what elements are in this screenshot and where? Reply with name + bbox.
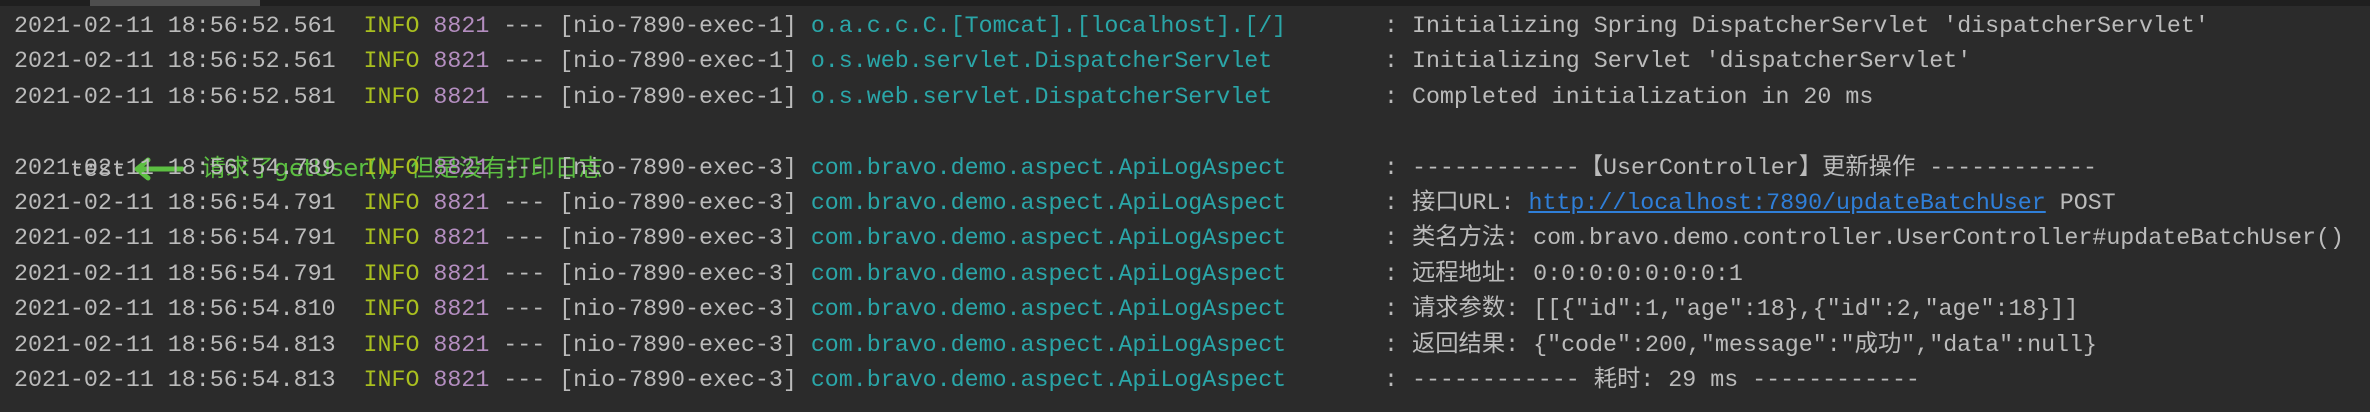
thread-name: [nio-7890-exec-3] xyxy=(559,225,797,252)
timestamp: 2021-02-11 18:56:54.791 xyxy=(14,225,336,252)
logger-name: o.s.web.servlet.DispatcherServlet xyxy=(810,48,1273,75)
process-id: 8821 xyxy=(433,154,490,181)
process-id: 8821 xyxy=(433,189,490,216)
log-line: 2021-02-11 18:56:54.791 INFO 8821 --- [nio-7… xyxy=(14,186,2344,221)
log-line: 2021-02-11 18:56:54.813 INFO 8821 --- [nio-7… xyxy=(14,363,2344,398)
log-line: 2021-02-11 18:56:54.791 INFO 8821 --- [nio-7… xyxy=(14,257,2344,292)
log-message: Initializing Servlet 'dispatcherServlet' xyxy=(1411,48,1972,75)
logger-name: com.bravo.demo.aspect.ApiLogAspect xyxy=(810,296,1287,323)
active-tab-indicator[interactable] xyxy=(90,0,260,6)
log-level: INFO xyxy=(363,366,420,393)
logger-name: o.s.web.servlet.DispatcherServlet xyxy=(810,83,1273,110)
separator: --- xyxy=(503,48,546,75)
colon: : xyxy=(1384,13,1398,39)
separator: --- xyxy=(503,225,546,252)
log-level: INFO xyxy=(363,154,420,181)
colon: : xyxy=(1384,83,1398,110)
log-message: Completed initialization in 20 ms xyxy=(1411,83,1874,110)
separator: --- xyxy=(503,296,546,323)
log-level: INFO xyxy=(363,83,420,110)
process-id: 8821 xyxy=(433,48,490,75)
log-message: Initializing Spring DispatcherServlet 'd… xyxy=(1411,13,2209,39)
timestamp: 2021-02-11 18:56:52.581 xyxy=(14,83,336,110)
log-message: ------------ 耗时: 29 ms ------------ xyxy=(1411,366,1920,393)
colon: : xyxy=(1384,366,1398,393)
colon: : xyxy=(1384,154,1398,181)
log-level: INFO xyxy=(363,225,420,252)
timestamp: 2021-02-11 18:56:54.813 xyxy=(14,331,336,358)
thread-name: [nio-7890-exec-3] xyxy=(559,296,797,323)
log-message: ------------【UserController】更新操作 -------… xyxy=(1411,154,2097,181)
logger-name: com.bravo.demo.aspect.ApiLogAspect xyxy=(810,366,1287,393)
separator: --- xyxy=(503,83,546,110)
console-output: 2021-02-11 18:56:52.561 INFO 8821 --- [nio-7… xyxy=(14,9,2344,398)
logger-name: com.bravo.demo.aspect.ApiLogAspect xyxy=(810,225,1287,252)
log-level: INFO xyxy=(363,48,420,75)
log-line: 2021-02-11 18:56:52.561 INFO 8821 --- [nio-7… xyxy=(14,9,2344,44)
timestamp: 2021-02-11 18:56:54.791 xyxy=(14,260,336,287)
colon: : xyxy=(1384,331,1398,358)
thread-name: [nio-7890-exec-1] xyxy=(559,48,797,75)
log-message: 类名方法: com.bravo.demo.controller.UserCont… xyxy=(1411,225,2344,252)
process-id: 8821 xyxy=(433,296,490,323)
http-method: POST xyxy=(2045,189,2116,216)
thread-name: [nio-7890-exec-3] xyxy=(559,260,797,287)
log-level: INFO xyxy=(363,331,420,358)
process-id: 8821 xyxy=(433,225,490,252)
thread-name: [nio-7890-exec-1] xyxy=(559,13,797,39)
log-level: INFO xyxy=(363,260,420,287)
thread-name: [nio-7890-exec-3] xyxy=(559,331,797,358)
timestamp: 2021-02-11 18:56:54.789 xyxy=(14,154,336,181)
thread-name: [nio-7890-exec-3] xyxy=(559,189,797,216)
timestamp: 2021-02-11 18:56:54.810 xyxy=(14,296,336,323)
process-id: 8821 xyxy=(433,366,490,393)
process-id: 8821 xyxy=(433,260,490,287)
log-level: INFO xyxy=(363,13,420,39)
test-line: test 请求了getUser()，但是没有打印日志 xyxy=(14,115,2344,183)
log-line: 2021-02-11 18:56:54.791 INFO 8821 --- [nio-7… xyxy=(14,221,2344,256)
thread-name: [nio-7890-exec-3] xyxy=(559,366,797,393)
url-link[interactable]: http://localhost:7890/updateBatchUser xyxy=(1528,186,2045,221)
separator: --- xyxy=(503,154,546,181)
log-line: 2021-02-11 18:56:54.789 INFO 8821 --- [nio-7… xyxy=(14,151,2344,186)
log-level: INFO xyxy=(363,296,420,323)
colon: : xyxy=(1384,225,1398,252)
log-line: 2021-02-11 18:56:54.810 INFO 8821 --- [nio-7… xyxy=(14,292,2344,327)
timestamp: 2021-02-11 18:56:52.561 xyxy=(14,48,336,75)
thread-name: [nio-7890-exec-3] xyxy=(559,154,797,181)
process-id: 8821 xyxy=(433,13,490,39)
tab-strip xyxy=(0,0,2370,6)
logger-name: o.a.c.c.C.[Tomcat].[localhost].[/] xyxy=(810,13,1287,39)
colon: : xyxy=(1384,260,1398,287)
log-message: 返回结果: {"code":200,"message":"成功","data":… xyxy=(1411,331,2097,358)
log-line: 2021-02-11 18:56:52.561 INFO 8821 --- [nio-7… xyxy=(14,44,2344,79)
separator: --- xyxy=(503,366,546,393)
logger-name: com.bravo.demo.aspect.ApiLogAspect xyxy=(810,331,1287,358)
separator: --- xyxy=(503,189,546,216)
log-message: 请求参数: [[{"id":1,"age":18},{"id":2,"age":… xyxy=(1411,296,2079,323)
logger-name: com.bravo.demo.aspect.ApiLogAspect xyxy=(810,260,1287,287)
separator: --- xyxy=(503,260,546,287)
log-message: 远程地址: 0:0:0:0:0:0:0:1 xyxy=(1411,260,1743,287)
log-line: 2021-02-11 18:56:52.581 INFO 8821 --- [nio-7… xyxy=(14,80,2344,115)
timestamp: 2021-02-11 18:56:54.791 xyxy=(14,189,336,216)
process-id: 8821 xyxy=(433,83,490,110)
colon: : xyxy=(1384,296,1398,323)
separator: --- xyxy=(503,331,546,358)
thread-name: [nio-7890-exec-1] xyxy=(559,83,797,110)
logger-name: com.bravo.demo.aspect.ApiLogAspect xyxy=(810,189,1287,216)
log-level: INFO xyxy=(363,189,420,216)
colon: : xyxy=(1384,189,1398,216)
separator: --- xyxy=(503,13,546,39)
colon: : xyxy=(1384,48,1398,75)
process-id: 8821 xyxy=(433,331,490,358)
log-line: 2021-02-11 18:56:54.813 INFO 8821 --- [nio-7… xyxy=(14,328,2344,363)
timestamp: 2021-02-11 18:56:54.813 xyxy=(14,366,336,393)
log-message: 接口URL: xyxy=(1411,189,1529,216)
logger-name: com.bravo.demo.aspect.ApiLogAspect xyxy=(810,154,1287,181)
timestamp: 2021-02-11 18:56:52.561 xyxy=(14,13,336,39)
